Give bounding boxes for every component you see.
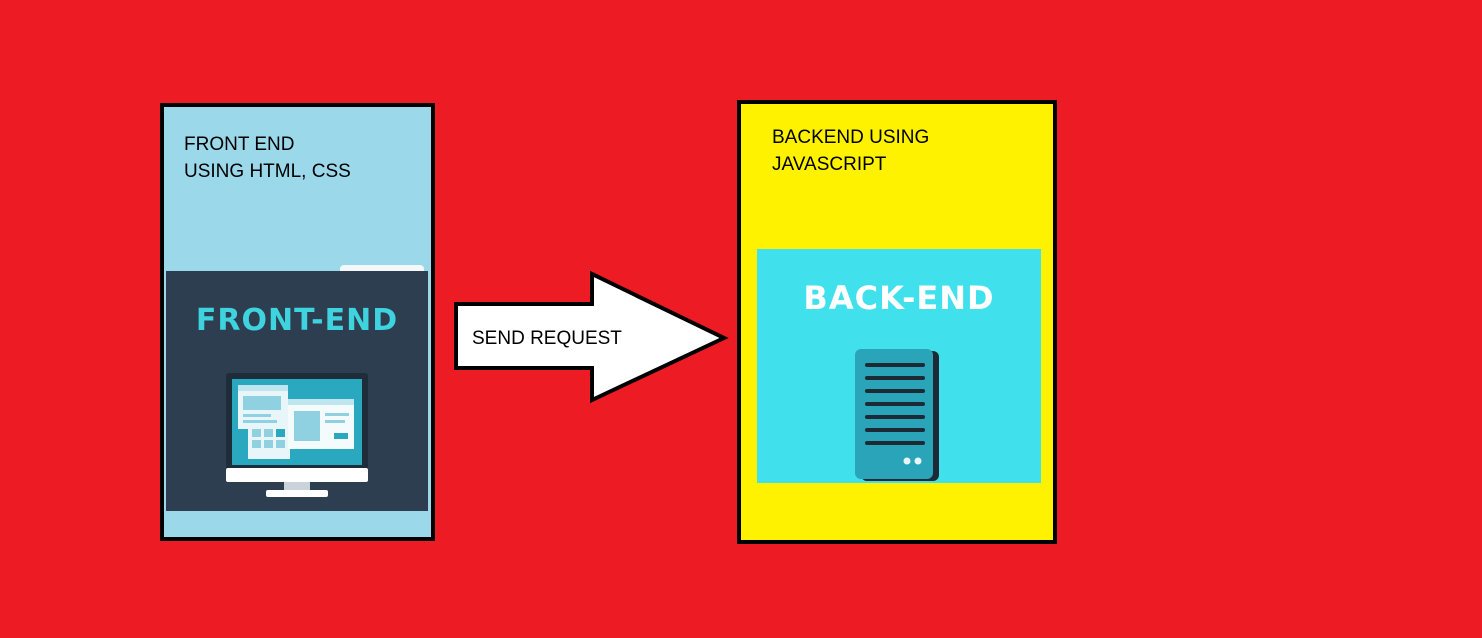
window-bar-shape [288,399,354,405]
server-vent-shape [865,363,925,367]
backend-image-title: BACK-END [803,279,995,317]
window-line-shape [325,413,349,416]
grid-cell-shape [264,440,273,448]
server-vent-shape [865,376,925,380]
window-block-shape [243,396,281,410]
backend-label: BACKEND USING JAVASCRIPT [772,124,929,178]
window-block-shape [294,411,320,441]
server-led-shape [914,457,922,465]
server-icon [855,349,939,481]
window-line-shape [243,414,271,417]
window-bar-shape [238,385,288,391]
frontend-image-title: FRONT-END [195,303,399,338]
window-line-shape [243,420,277,423]
frontend-label-line-1: FRONT END [184,134,295,155]
grid-cell-shape [276,429,285,437]
backend-label-line-1: BACKEND USING [772,127,930,148]
backend-image: BACK-END [757,249,1041,483]
monitor-base-shape [266,490,328,497]
server-vent-shape [865,402,925,406]
monitor-neck-shape [284,482,310,491]
server-vent-shape [865,415,925,419]
server-vent-shape [865,441,925,445]
monitor-icon [226,373,368,497]
frontend-label: FRONT END USING HTML, CSS [184,131,351,185]
server-vent-shape [865,428,925,432]
backend-box: BACKEND USING JAVASCRIPT BACK-END [737,100,1057,544]
frontend-label-line-2: USING HTML, CSS [184,161,351,182]
server-vent-shape [865,389,925,393]
grid-cell-shape [276,440,285,448]
window-line-shape [325,420,345,423]
server-led-shape [903,457,911,465]
frontend-box: FRONT END USING HTML, CSS FRONT-END [160,103,435,541]
backend-label-line-2: JAVASCRIPT [772,154,887,175]
grid-cell-shape [252,440,261,448]
server-body-shape [855,349,933,479]
window-button-shape [334,433,348,439]
frontend-image: FRONT-END [166,271,428,511]
grid-cell-shape [252,429,261,437]
monitor-chin-shape [226,468,368,482]
grid-cell-shape [264,429,273,437]
arrow-label: SEND REQUEST [472,328,622,349]
